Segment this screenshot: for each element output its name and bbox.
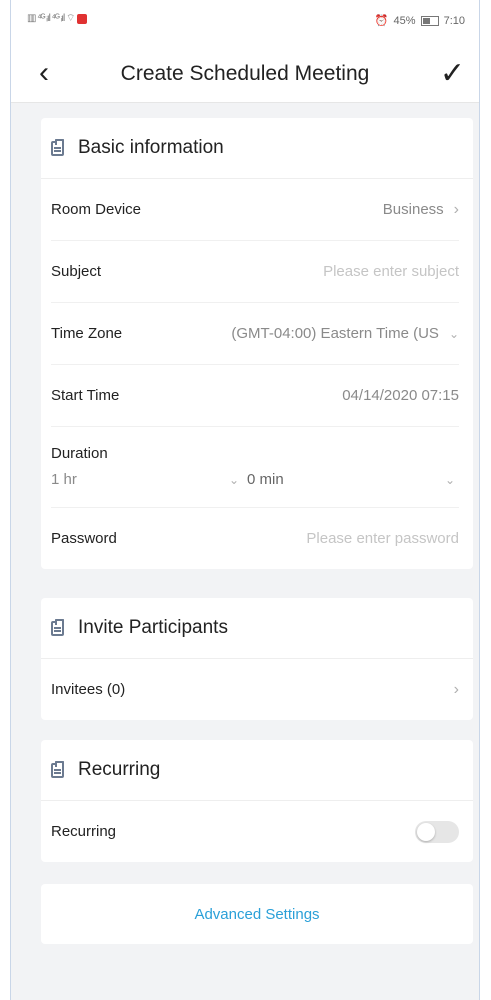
start-time-row[interactable]: Start Time 04/14/2020 07:15 <box>51 365 459 427</box>
chevron-down-icon: ⌄ <box>448 326 459 341</box>
basic-info-title: Basic information <box>78 137 224 158</box>
notification-icon <box>77 13 88 24</box>
time-zone-value-wrap: (GMT-04:00) Eastern Time (US ⌄ <box>231 325 459 342</box>
invite-card: Invite Participants Invitees (0) › <box>41 598 473 720</box>
clipboard-icon <box>51 138 64 156</box>
signal-icons: ▥ ⁴ᴳ ᵢıl ⁴ᴳ ᵢıl ⌔ <box>27 13 75 24</box>
recurring-card: Recurring Recurring <box>41 740 473 862</box>
chevron-down-icon[interactable]: ⌄ <box>229 473 239 487</box>
chevron-down-icon[interactable]: ⌄ <box>445 473 455 487</box>
clipboard-icon <box>51 760 64 778</box>
recurring-title: Recurring <box>78 759 161 780</box>
basic-info-header: Basic information <box>41 118 473 179</box>
subject-row[interactable]: Subject Please enter subject <box>51 241 459 303</box>
chevron-right-icon: › <box>453 680 459 698</box>
room-device-row[interactable]: Room Device Business › <box>51 179 459 241</box>
time-zone-label: Time Zone <box>51 325 123 342</box>
page-title: Create Scheduled Meeting <box>120 62 370 85</box>
invite-title: Invite Participants <box>78 617 228 638</box>
battery-percent: 45% <box>393 14 416 27</box>
duration-row: Duration 1 hr ⌄ 0 min ⌄ <box>51 427 459 508</box>
room-device-value: Business <box>382 201 444 218</box>
subject-label: Subject <box>51 263 102 280</box>
status-right: ⏰ 45% 7:10 <box>374 14 465 28</box>
status-bar: ▥ ⁴ᴳ ᵢıl ⁴ᴳ ᵢıl ⌔ ⏰ 45% 7:10 <box>11 0 479 48</box>
alarm-icon: ⏰ <box>374 15 389 27</box>
duration-hours-select[interactable]: 1 hr <box>51 471 77 488</box>
checkmark-icon[interactable]: ✓ <box>440 56 465 91</box>
advanced-settings-button[interactable]: Advanced Settings <box>41 884 473 944</box>
advanced-card: Advanced Settings <box>41 884 473 944</box>
time-zone-value: (GMT-04:00) Eastern Time (US <box>231 325 439 342</box>
room-device-value-wrap: Business › <box>383 201 459 219</box>
duration-label: Duration <box>51 445 108 462</box>
duration-minutes-select[interactable]: 0 min <box>247 471 284 488</box>
recurring-row: Recurring <box>51 801 459 862</box>
clock: 7:10 <box>443 14 465 27</box>
status-left: ▥ ⁴ᴳ ᵢıl ⁴ᴳ ᵢıl ⌔ <box>27 12 88 25</box>
recurring-header: Recurring <box>41 740 473 801</box>
recurring-label: Recurring <box>51 823 117 840</box>
basic-info-card: Basic information Room Device Business ›… <box>41 118 473 569</box>
invitees-row[interactable]: Invitees (0) › <box>51 659 459 720</box>
start-time-value: 04/14/2020 07:15 <box>342 387 459 404</box>
battery-icon <box>420 15 439 26</box>
clipboard-icon <box>51 618 64 636</box>
recurring-toggle[interactable] <box>415 820 459 843</box>
subject-input[interactable]: Please enter subject <box>323 263 459 280</box>
password-input[interactable]: Please enter password <box>306 530 459 547</box>
room-device-label: Room Device <box>51 201 142 218</box>
password-label: Password <box>51 530 117 547</box>
chevron-right-icon: › <box>453 200 459 218</box>
time-zone-row[interactable]: Time Zone (GMT-04:00) Eastern Time (US ⌄ <box>51 303 459 365</box>
invite-header: Invite Participants <box>41 598 473 659</box>
phone-screen: ▥ ⁴ᴳ ᵢıl ⁴ᴳ ᵢıl ⌔ ⏰ 45% 7:10 ‹ Create Sc… <box>10 0 480 1000</box>
invitees-label: Invitees (0) <box>51 681 126 698</box>
password-row[interactable]: Password Please enter password <box>51 508 459 569</box>
nav-bar: ‹ Create Scheduled Meeting ✓ <box>11 48 479 103</box>
start-time-label: Start Time <box>51 387 120 404</box>
